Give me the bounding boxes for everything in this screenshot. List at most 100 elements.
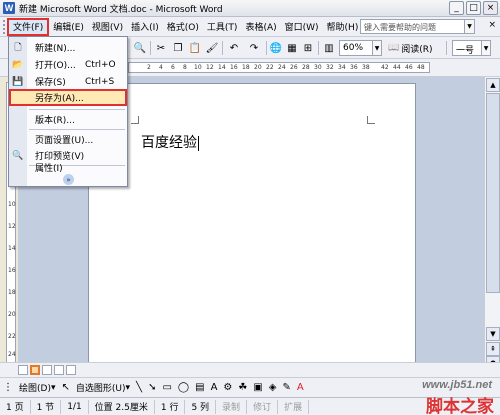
- close-button[interactable]: ×: [483, 1, 498, 15]
- menu-tools[interactable]: 工具(T): [203, 19, 242, 35]
- oval-icon[interactable]: ◯: [175, 382, 192, 393]
- menu-item-label: 版本(R)...: [35, 116, 75, 126]
- clipart-icon[interactable]: ☘: [235, 382, 250, 393]
- status-section: 1 节: [31, 399, 62, 414]
- status-bar: 1 页 1 节 1/1 位置 2.5厘米 1 行 5 列 录制 修订 扩展: [0, 397, 500, 415]
- web-layout-view-icon[interactable]: [30, 365, 40, 375]
- ruler-number: 14: [218, 64, 226, 71]
- status-track-changes[interactable]: 修订: [247, 399, 279, 414]
- copy-icon[interactable]: ❐: [170, 40, 186, 56]
- menu-item-page-setup[interactable]: 页面设置(U)...: [9, 131, 127, 148]
- font-size-select[interactable]: 一号: [452, 40, 482, 56]
- menu-item-label: 属性(I): [35, 164, 63, 174]
- menu-item-save[interactable]: 💾 保存(S) Ctrl+S: [9, 73, 127, 90]
- previous-page-icon[interactable]: ⇞: [486, 342, 500, 356]
- vruler-number: 18: [8, 289, 16, 296]
- rectangle-icon[interactable]: ▭: [159, 382, 174, 393]
- insert-table-icon[interactable]: ⊞: [300, 40, 316, 56]
- word-app-icon[interactable]: W: [3, 2, 15, 14]
- toolbar-grip-icon[interactable]: ⋮: [0, 382, 16, 393]
- view-buttons-bar: [0, 362, 500, 377]
- menu-file[interactable]: 文件(F): [7, 17, 50, 36]
- print-layout-view-icon[interactable]: [42, 365, 52, 375]
- fill-color-icon[interactable]: ◈: [266, 382, 280, 393]
- document-page[interactable]: 百度经验: [88, 83, 416, 383]
- vruler-number: 10: [8, 201, 16, 208]
- ruler-number: 2: [147, 64, 151, 71]
- ruler-number: 48: [417, 64, 425, 71]
- vertical-scrollbar[interactable]: ▲ ▼ ⇞ ●: [484, 77, 500, 377]
- line-color-icon[interactable]: ✎: [280, 382, 294, 393]
- maximize-button[interactable]: □: [466, 1, 481, 15]
- minimize-button[interactable]: _: [449, 1, 464, 15]
- tables-borders-icon[interactable]: ▦: [284, 40, 300, 56]
- menu-insert[interactable]: 插入(I): [127, 19, 163, 35]
- hyperlink-icon[interactable]: 🌐: [268, 40, 284, 56]
- format-painter-icon[interactable]: 🖌: [204, 40, 220, 56]
- select-objects-icon[interactable]: ↖: [58, 382, 72, 393]
- scrollbar-thumb[interactable]: [486, 93, 500, 293]
- expand-menu-chevron-icon[interactable]: »: [63, 174, 74, 185]
- zoom-select[interactable]: 60%: [339, 40, 373, 56]
- menu-item-save-as[interactable]: 另存为(A)...: [9, 89, 127, 106]
- menu-help[interactable]: 帮助(H): [323, 19, 363, 35]
- textbox-icon[interactable]: ▤: [192, 382, 207, 393]
- redo-icon[interactable]: ↷: [246, 40, 262, 56]
- ruler-number: 6: [171, 64, 175, 71]
- paste-icon[interactable]: 📋: [187, 40, 203, 56]
- status-position: 位置 2.5厘米: [89, 399, 155, 414]
- menu-item-label: 页面设置(U)...: [35, 136, 94, 146]
- help-dropdown-arrow-icon[interactable]: ▼: [465, 19, 475, 34]
- menu-table[interactable]: 表格(A): [241, 19, 280, 35]
- arrow-icon[interactable]: ➘: [145, 382, 159, 393]
- diagram-icon[interactable]: ⚙: [220, 382, 235, 393]
- status-line: 1 行: [155, 399, 186, 414]
- menu-item-label: 保存(S): [35, 78, 66, 88]
- menu-item-versions[interactable]: 版本(R)...: [9, 111, 127, 128]
- draw-menu-button[interactable]: 绘图(D) ▾: [16, 381, 58, 395]
- wordart-icon[interactable]: A: [208, 382, 221, 393]
- menu-edit[interactable]: 编辑(E): [49, 19, 88, 35]
- window-controls: _ □ ×: [449, 1, 498, 15]
- help-search-input[interactable]: 键入需要帮助的问题: [360, 19, 465, 34]
- text-caret: [198, 135, 199, 151]
- zoom-dropdown-arrow-icon[interactable]: ▼: [373, 40, 382, 56]
- ruler-number: 8: [183, 64, 187, 71]
- ruler-number: 38: [362, 64, 370, 71]
- ruler-number: 4: [159, 64, 163, 71]
- open-folder-icon: 📂: [12, 59, 24, 70]
- scroll-up-arrow-icon[interactable]: ▲: [486, 78, 500, 92]
- menu-item-shortcut: Ctrl+S: [85, 76, 115, 87]
- undo-icon[interactable]: ↶: [226, 40, 242, 56]
- read-button[interactable]: 📖 阅读(R): [388, 40, 433, 56]
- picture-icon[interactable]: ▣: [250, 382, 265, 393]
- document-text[interactable]: 百度经验: [141, 132, 199, 152]
- reading-view-icon[interactable]: [66, 365, 76, 375]
- font-size-dropdown-arrow-icon[interactable]: ▼: [482, 40, 491, 56]
- ruler-number: 32: [326, 64, 334, 71]
- cut-icon[interactable]: ✂: [153, 40, 169, 56]
- normal-view-icon[interactable]: [18, 365, 28, 375]
- columns-icon[interactable]: ▥: [321, 40, 337, 56]
- scroll-down-arrow-icon[interactable]: ▼: [486, 327, 500, 341]
- menu-item-label: 新建(N)...: [35, 44, 76, 54]
- print-preview-icon[interactable]: 🔍: [132, 40, 148, 56]
- outline-view-icon[interactable]: [54, 365, 64, 375]
- line-icon[interactable]: ╲: [133, 382, 145, 393]
- document-close-icon[interactable]: ×: [488, 20, 496, 30]
- title-bar: W 新建 Microsoft Word 文档.doc - Microsoft W…: [0, 0, 500, 17]
- status-page: 1 页: [0, 399, 31, 414]
- menu-item-new[interactable]: 🗋 新建(N)...: [9, 39, 127, 56]
- status-extend[interactable]: 扩展: [278, 399, 310, 414]
- vruler-number: 12: [8, 223, 16, 230]
- font-color-icon[interactable]: A: [294, 382, 307, 393]
- menu-view[interactable]: 视图(V): [88, 19, 127, 35]
- autoshapes-menu-button[interactable]: 自选图形(U) ▾: [73, 381, 133, 395]
- horizontal-ruler[interactable]: 2 4 6 8 10 12 14 16 18 20 22 24 26 28 30…: [128, 62, 430, 73]
- menu-item-open[interactable]: 📂 打开(O)... Ctrl+O: [9, 56, 127, 73]
- autoshape-label: 自选图形(U): [75, 384, 126, 394]
- read-book-icon: 📖: [388, 43, 400, 53]
- menu-window[interactable]: 窗口(W): [281, 19, 323, 35]
- menu-format[interactable]: 格式(O): [163, 19, 203, 35]
- status-record[interactable]: 录制: [216, 399, 248, 414]
